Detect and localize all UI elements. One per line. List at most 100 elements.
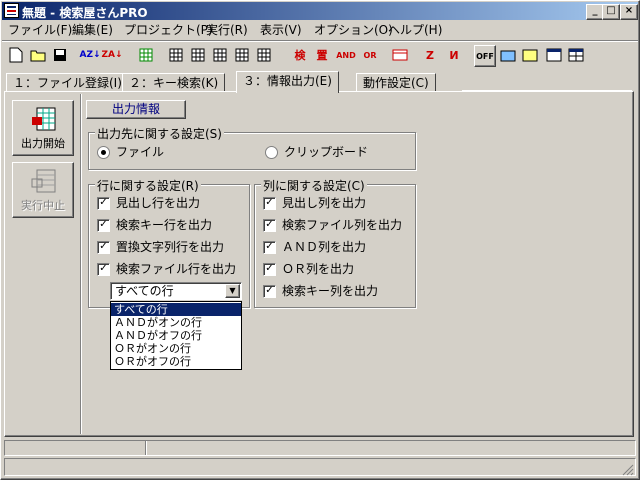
radio-clipboard[interactable]: クリップボード (265, 144, 368, 160)
row-filter-dropdown-list: すべての行 ＡＮＤがオンの行 ＡＮＤがオフの行 ＯＲがオンの行 ＯＲがオフの行 (110, 301, 242, 370)
checkbox-search-file-column[interactable]: ✓ 検索ファイル列を出力 (263, 217, 402, 233)
menu-edit[interactable]: 編集(E) (72, 22, 113, 39)
dropdown-option[interactable]: ＯＲがオフの行 (111, 355, 241, 368)
checkbox-search-file-column-box[interactable]: ✓ (263, 218, 276, 232)
grid-layout-2-icon[interactable] (188, 45, 208, 65)
or-icon[interactable]: OR (360, 45, 380, 65)
checkbox-heading-column[interactable]: ✓ 見出し列を出力 (263, 195, 366, 211)
row-filter-select[interactable]: すべての行 ▼ (110, 282, 242, 300)
edit-icon[interactable] (498, 45, 518, 65)
menu-project[interactable]: プロジェクト(P) (124, 22, 213, 39)
stop-run-label: 実行中止 (21, 199, 65, 212)
checkbox-label: ＡＮＤ列を出力 (282, 240, 367, 254)
grid-layout-5-icon[interactable] (254, 45, 274, 65)
checkbox-label: 検索キー列を出力 (282, 284, 379, 298)
grid-icon[interactable] (136, 45, 156, 65)
sort-descending-icon[interactable]: ZA↓ (101, 45, 122, 65)
chevron-down-icon[interactable]: ▼ (225, 284, 240, 298)
filter-off-icon[interactable]: И (444, 45, 464, 65)
output-destination-group: 出力先に関する設定(S) ファイル クリップボード (88, 125, 416, 170)
status-bar-upper (4, 440, 636, 456)
window-view-icon[interactable] (544, 45, 564, 65)
checkbox-search-key-column-box[interactable]: ✓ (263, 284, 276, 298)
checkbox-heading-row[interactable]: ✓ 見出し行を出力 (97, 195, 200, 211)
checkbox-search-file-row[interactable]: ✓ 検索ファイル行を出力 (97, 261, 236, 277)
row-settings-title: 行に関する設定(R) (95, 177, 201, 194)
menu-help[interactable]: ヘルプ(H) (388, 22, 442, 39)
checkbox-heading-row-box[interactable]: ✓ (97, 196, 110, 210)
dropdown-option[interactable]: ＯＲがオンの行 (111, 342, 241, 355)
checkbox-replace-row[interactable]: ✓ 置換文字列行を出力 (97, 239, 224, 255)
radio-file-indicator[interactable] (97, 145, 110, 159)
checkbox-label: 見出し列を出力 (282, 196, 367, 210)
checkbox-and-column[interactable]: ✓ ＡＮＤ列を出力 (263, 239, 366, 255)
radio-clipboard-indicator[interactable] (265, 145, 278, 159)
section-header-label: 出力情報 (111, 102, 160, 116)
folder-view-icon[interactable] (520, 45, 540, 65)
status-bar-divider (145, 441, 147, 455)
left-panel-divider (80, 94, 82, 434)
close-button[interactable]: × (620, 4, 638, 20)
open-folder-icon[interactable] (28, 45, 48, 65)
filter-on-icon[interactable]: Z (420, 45, 440, 65)
checkbox-search-file-row-box[interactable]: ✓ (97, 262, 110, 276)
menu-file[interactable]: ファイル(F) (8, 22, 72, 39)
dropdown-option[interactable]: すべての行 (111, 303, 241, 316)
new-file-icon[interactable] (6, 45, 26, 65)
stop-run-icon (31, 169, 57, 198)
grid-layout-4-icon[interactable] (232, 45, 252, 65)
grid-layout-3-icon[interactable] (210, 45, 230, 65)
column-settings-group: 列に関する設定(C) ✓ 見出し列を出力 ✓ 検索ファイル列を出力 ✓ ＡＮＤ列を出力… (254, 177, 416, 308)
checkbox-or-column[interactable]: ✓ ＯＲ列を出力 (263, 261, 354, 277)
checkbox-label: 置換文字列行を出力 (116, 240, 225, 254)
row-filter-value: すべての行 (115, 284, 174, 298)
tab-info-output[interactable]: ３：情報出力(E) (236, 71, 339, 93)
sort-ascending-icon[interactable]: AZ↓ (79, 45, 100, 65)
dropdown-option[interactable]: ＡＮＤがオフの行 (111, 329, 241, 342)
checkbox-and-column-box[interactable]: ✓ (263, 240, 276, 254)
checkbox-replace-row-box[interactable]: ✓ (97, 240, 110, 254)
checkbox-heading-column-box[interactable]: ✓ (263, 196, 276, 210)
app-icon (4, 3, 19, 18)
search-key-icon[interactable]: 検 (290, 45, 310, 65)
output-destination-title: 出力先に関する設定(S) (95, 125, 224, 142)
dropdown-option[interactable]: ＡＮＤがオンの行 (111, 316, 241, 329)
checkbox-label: 検索ファイル行を出力 (116, 262, 237, 276)
column-settings-title: 列に関する設定(C) (261, 177, 367, 194)
maximize-button[interactable]: □ (602, 4, 620, 20)
tab-key-search[interactable]: ２：キー検索(K) (122, 73, 226, 92)
radio-file[interactable]: ファイル (97, 144, 164, 160)
off-toggle-icon[interactable]: OFF (474, 45, 496, 67)
menu-separator (2, 40, 638, 42)
resize-grip-icon[interactable] (622, 464, 634, 476)
checkbox-search-key-column[interactable]: ✓ 検索キー列を出力 (263, 283, 378, 299)
and-icon[interactable]: AND (336, 45, 356, 65)
radio-clipboard-label: クリップボード (284, 145, 369, 159)
save-icon[interactable] (50, 45, 70, 65)
checkbox-label: 検索キー行を出力 (116, 218, 213, 232)
title-bar: 無題 - 検索屋さんPRO _ □ × (2, 2, 638, 20)
menu-view[interactable]: 表示(V) (260, 22, 302, 39)
menu-run[interactable]: 実行(R) (206, 22, 248, 39)
checkbox-search-key-row[interactable]: ✓ 検索キー行を出力 (97, 217, 212, 233)
section-header-output-info: 出力情報 (86, 100, 186, 119)
checkbox-label: 検索ファイル列を出力 (282, 218, 403, 232)
grid-layout-1-icon[interactable] (166, 45, 186, 65)
checkbox-label: 見出し行を出力 (116, 196, 201, 210)
menu-options[interactable]: オプション(O) (314, 22, 393, 39)
radio-file-label: ファイル (116, 145, 165, 159)
output-start-icon (31, 107, 57, 136)
status-bar-lower (4, 458, 636, 476)
checkbox-or-column-box[interactable]: ✓ (263, 262, 276, 276)
tab-behavior-settings[interactable]: 動作設定(C) (356, 73, 436, 92)
table-view-icon[interactable] (566, 45, 586, 65)
window-title: 無題 - 検索屋さんPRO (22, 6, 148, 20)
start-output-label: 出力開始 (21, 137, 65, 150)
stop-run-button[interactable]: 実行中止 (12, 162, 74, 218)
replace-icon[interactable]: 置 (312, 45, 332, 65)
checkbox-label: ＯＲ列を出力 (282, 262, 355, 276)
tab-file-register[interactable]: １：ファイル登録(I) (6, 73, 129, 92)
checkbox-search-key-row-box[interactable]: ✓ (97, 218, 110, 232)
columns-icon[interactable] (390, 45, 410, 65)
start-output-button[interactable]: 出力開始 (12, 100, 74, 156)
